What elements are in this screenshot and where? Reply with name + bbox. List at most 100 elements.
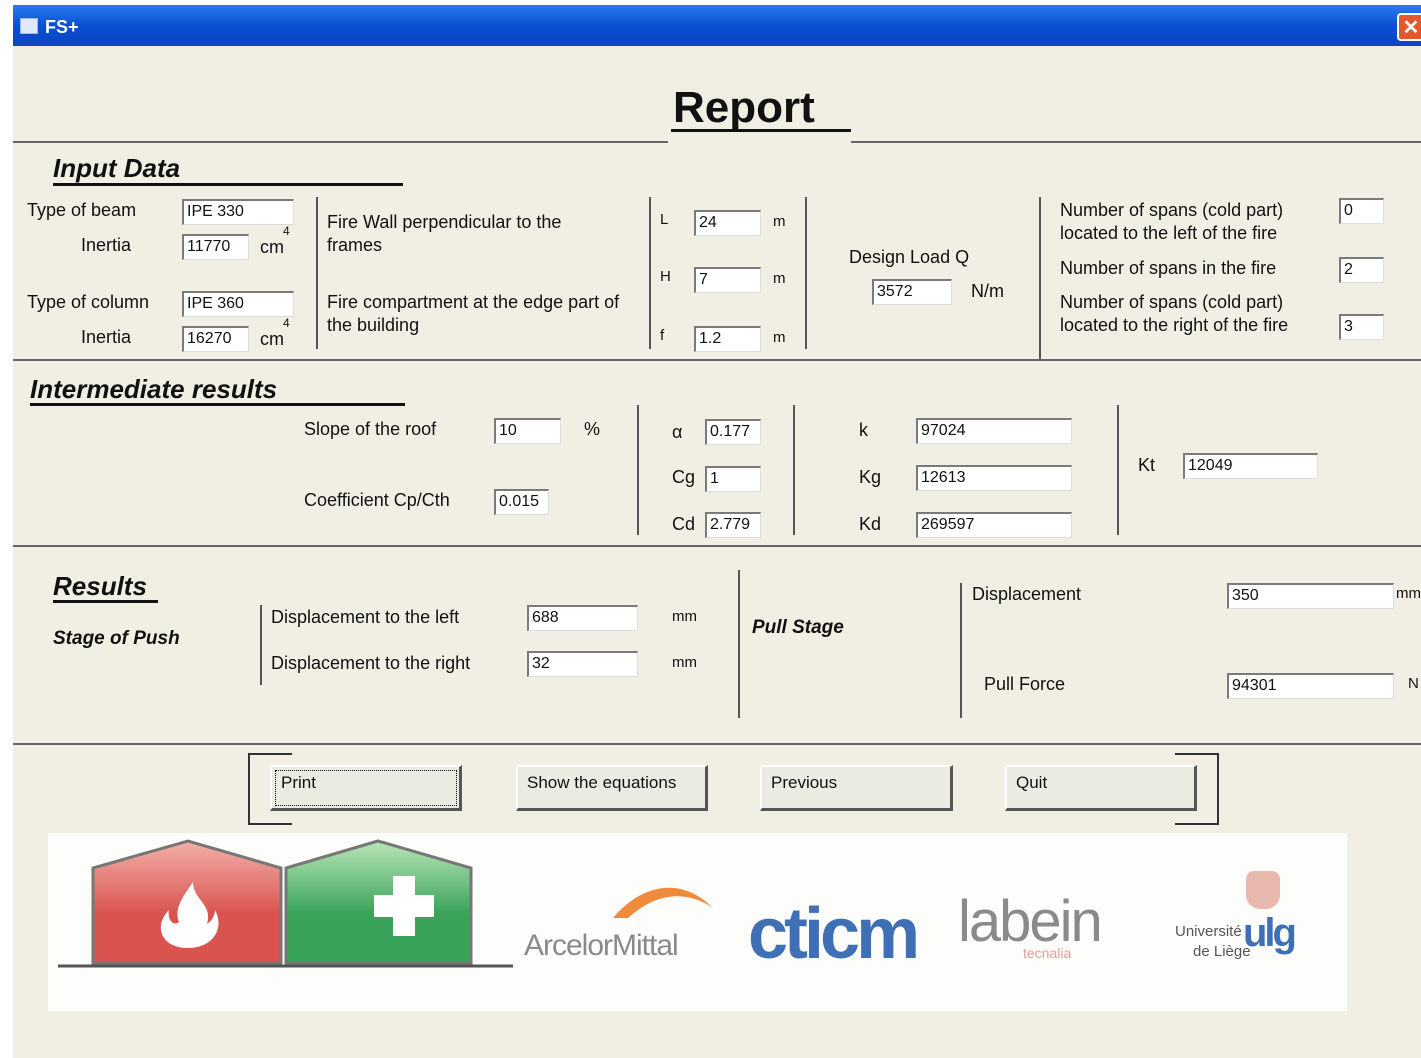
intermediate-heading: Intermediate results — [30, 374, 278, 404]
show-equations-button[interactable]: Show the equations — [516, 765, 708, 811]
divider-v1 — [316, 197, 318, 349]
disp-right-unit: mm — [672, 654, 697, 671]
disp-left-unit: mm — [672, 608, 697, 625]
spans-left-label-2: located to the left of the fire — [1060, 223, 1278, 243]
results-underline — [53, 600, 158, 603]
L-unit: m — [773, 213, 786, 230]
divider-v8 — [260, 605, 262, 685]
beam-type-field[interactable]: IPE 330 — [182, 199, 294, 225]
ulg-text-1: Université — [1175, 923, 1242, 940]
disp-right-field[interactable]: 32 — [527, 651, 638, 677]
design-load-unit: N/m — [971, 281, 1004, 301]
kg-label: Kg — [859, 467, 882, 487]
report-window: FS+ ✕ Report Input Data Type of beam IPE… — [13, 5, 1421, 1058]
cd-label: Cd — [672, 514, 696, 534]
f-label: f — [660, 327, 665, 344]
f-field[interactable]: 1.2 — [694, 326, 761, 352]
cg-label: Cg — [672, 467, 696, 487]
fire-comp-text-1: Fire compartment at the edge part of — [327, 292, 620, 312]
arcelor-swoosh-icon — [613, 887, 713, 918]
H-unit: m — [773, 270, 786, 287]
title-underline — [671, 129, 851, 132]
window-title: FS+ — [45, 17, 79, 37]
divider-v3 — [805, 197, 807, 349]
beam-type-label: Type of beam — [27, 200, 137, 220]
title-bar[interactable]: FS+ ✕ — [13, 5, 1421, 46]
kt-label: Kt — [1138, 455, 1156, 475]
alpha-field[interactable]: 0.177 — [705, 419, 761, 445]
kd-label: Kd — [859, 514, 882, 534]
spans-left-field[interactable]: 0 — [1339, 198, 1384, 224]
divider-v2 — [649, 197, 651, 349]
slope-unit: % — [584, 419, 601, 439]
beam-inertia-label: Inertia — [81, 235, 132, 255]
ulg-logo-mark: ulg — [1243, 911, 1297, 955]
beam-inertia-unit: cm — [260, 237, 284, 257]
kg-field[interactable]: 12613 — [916, 465, 1072, 491]
k-field[interactable]: 97024 — [916, 418, 1072, 444]
spans-fire-label: Number of spans in the fire — [1060, 258, 1277, 278]
divider-v4 — [1039, 197, 1041, 359]
divider-v5 — [637, 405, 639, 535]
ulg-crest-icon — [1246, 871, 1280, 909]
disp-left-field[interactable]: 688 — [527, 605, 638, 631]
arcelor-logo-text: ArcelorMittal — [524, 929, 679, 962]
cd-field[interactable]: 2.779 — [705, 512, 761, 538]
divider-v6 — [793, 405, 795, 535]
intermediate-underline — [30, 403, 405, 406]
pull-force-field[interactable]: 94301 — [1227, 673, 1394, 699]
pull-force-unit: N — [1408, 675, 1419, 692]
logo-panel: ArcelorMittal cticm labein tecnalia Univ… — [48, 833, 1347, 1011]
coef-field[interactable]: 0.015 — [494, 489, 549, 515]
quit-button[interactable]: Quit — [1005, 765, 1197, 811]
displacement-label: Displacement — [972, 584, 1082, 604]
k-label: k — [859, 420, 868, 440]
kt-field[interactable]: 12049 — [1183, 453, 1318, 479]
fire-wall-text-2: frames — [327, 235, 383, 255]
column-type-label: Type of column — [27, 292, 150, 312]
L-field[interactable]: 24 — [694, 210, 761, 236]
coef-label: Coefficient Cp/Cth — [304, 490, 450, 510]
H-label: H — [660, 268, 671, 285]
column-type-field[interactable]: IPE 360 — [182, 291, 294, 317]
slope-field[interactable]: 10 — [494, 418, 561, 444]
L-label: L — [660, 211, 669, 228]
disp-left-label: Displacement to the left — [271, 607, 460, 627]
design-load-field[interactable]: 3572 — [872, 279, 952, 305]
kd-field[interactable]: 269597 — [916, 512, 1072, 538]
column-inertia-exp: 4 — [283, 316, 290, 330]
beam-inertia-field[interactable]: 11770 — [182, 234, 249, 260]
divider-v7 — [1117, 405, 1119, 535]
close-button[interactable]: ✕ — [1397, 13, 1421, 41]
column-inertia-unit: cm — [260, 329, 284, 349]
pull-stage-label: Pull Stage — [752, 617, 844, 638]
spans-right-label-1: Number of spans (cold part) — [1060, 292, 1284, 312]
H-field[interactable]: 7 — [694, 267, 761, 293]
alpha-label: α — [672, 422, 683, 442]
app-icon — [20, 18, 38, 34]
divider-input-intermediate — [13, 359, 1421, 361]
previous-button[interactable]: Previous — [760, 765, 953, 811]
print-button[interactable]: Print — [270, 765, 462, 811]
spans-right-field[interactable]: 3 — [1339, 314, 1384, 340]
cticm-logo: cticm — [748, 894, 920, 974]
input-data-underline — [53, 183, 403, 186]
spans-fire-field[interactable]: 2 — [1339, 257, 1384, 283]
pull-force-label: Pull Force — [984, 674, 1066, 694]
page-title: Report — [673, 83, 815, 132]
ulg-text-2: de Liège — [1193, 943, 1251, 960]
slope-label: Slope of the roof — [304, 419, 437, 439]
column-inertia-label: Inertia — [81, 327, 132, 347]
divider-top-left — [13, 141, 668, 143]
f-unit: m — [773, 329, 786, 346]
spans-right-label-2: located to the right of the fire — [1060, 315, 1289, 335]
labein-sub: tecnalia — [1023, 945, 1072, 961]
cg-field[interactable]: 1 — [705, 466, 761, 492]
design-load-label: Design Load Q — [849, 247, 970, 267]
spans-left-label-1: Number of spans (cold part) — [1060, 200, 1284, 220]
divider-top-right — [851, 141, 1421, 143]
results-heading: Results — [53, 571, 147, 601]
column-inertia-field[interactable]: 16270 — [182, 326, 249, 352]
displacement-field[interactable]: 350 — [1227, 583, 1394, 609]
displacement-unit: mm — [1396, 585, 1421, 602]
